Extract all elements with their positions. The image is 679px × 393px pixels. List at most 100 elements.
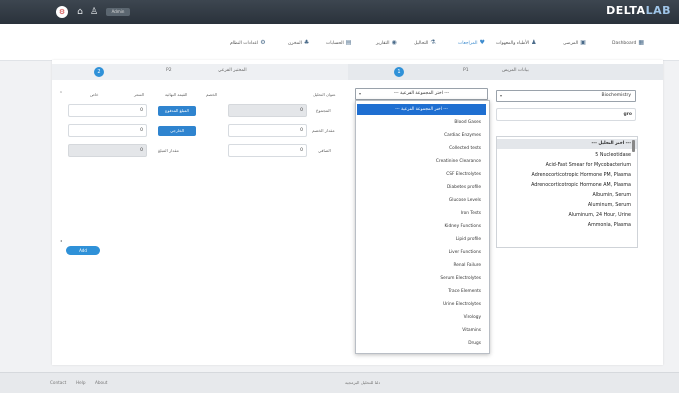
- list-item[interactable]: Acid-Fast Smear for Mycobacterium: [546, 163, 631, 168]
- nav-label: المرضى: [563, 41, 579, 46]
- test-search-input[interactable]: gro: [496, 108, 636, 121]
- list-item[interactable]: Aluminum, 24 Hour, Urine: [568, 213, 631, 218]
- remaining-label: مقدار المبلغ: [158, 148, 179, 153]
- col-title: عنوان التحليل: [313, 92, 336, 97]
- nav-label: الأطباء والمعهوات: [496, 41, 530, 46]
- test-listbox[interactable]: --- اختر التحليل --- 5 Nucleotidase Acid…: [496, 136, 638, 248]
- footer-copyright: دلتا للتحليل البرمجية: [345, 380, 381, 385]
- report-icon: ◉: [391, 39, 397, 46]
- dropdown-option[interactable]: Lipid profile: [456, 237, 481, 242]
- gear-icon: ⚙: [260, 39, 266, 46]
- dropdown-option[interactable]: Kidney Functions: [444, 224, 481, 229]
- list-item[interactable]: Aluminum, Serum: [588, 203, 631, 208]
- dropdown-option[interactable]: Virology: [464, 315, 481, 320]
- price-input-1[interactable]: 0: [68, 104, 147, 117]
- dropdown-option[interactable]: Vitamins: [462, 328, 481, 333]
- logo-accent: LAB: [645, 4, 671, 17]
- dropdown-selected-option[interactable]: --- اختر المجموعة الفرعية ---: [357, 104, 486, 115]
- add-button[interactable]: Add: [66, 246, 100, 255]
- step-patient-data[interactable]: 1 P1 بيانات المريض: [348, 64, 663, 80]
- collapse-caret-icon[interactable]: ⌃: [56, 89, 66, 99]
- dropdown-option[interactable]: Diabetes profile: [447, 185, 481, 190]
- dropdown-option[interactable]: Urine Electrolytes: [443, 302, 481, 307]
- nav-settings[interactable]: ⚙اعدادات النظام: [230, 39, 266, 47]
- nav-dashboard[interactable]: ▦Dashboard: [612, 39, 644, 47]
- dropdown-option[interactable]: Collected tests: [449, 146, 481, 151]
- dropdown-option[interactable]: Iron Tests: [461, 211, 481, 216]
- grid-icon: ▦: [638, 39, 645, 46]
- total-label: المجموع: [316, 108, 331, 113]
- col-final-price: القيمة النهائية: [165, 92, 188, 97]
- nav-label: المخزن: [288, 41, 302, 46]
- step-number: 1: [394, 67, 404, 77]
- nav-label: Dashboard: [612, 41, 637, 46]
- heart-icon: ♥: [479, 39, 485, 46]
- nav-accounts[interactable]: ▤الحسابات: [326, 39, 351, 47]
- step-code: P2: [166, 68, 172, 73]
- logo-main: DELTA: [606, 4, 646, 17]
- footer-contact-link[interactable]: Contact: [50, 380, 66, 385]
- step-label: المختبر الفرعي: [218, 68, 247, 73]
- list-item[interactable]: Ammonia, Plasma: [588, 223, 631, 228]
- user-chip[interactable]: Admin: [106, 8, 130, 16]
- nav-tests[interactable]: ⚗التحاليل: [414, 39, 436, 47]
- department-select[interactable]: Biochemistry ▾: [496, 90, 636, 102]
- nav-store[interactable]: ♣المخزن: [288, 39, 309, 47]
- dropdown-option[interactable]: Serum Electrolytes: [440, 276, 481, 281]
- chevron-down-icon: ▾: [359, 91, 362, 96]
- dropdown-option[interactable]: Cardiac Enzymes: [444, 133, 481, 138]
- dropdown-option[interactable]: Blood Gases: [454, 120, 481, 125]
- remaining-input[interactable]: 0: [68, 144, 147, 157]
- price-input-2[interactable]: 0: [68, 124, 147, 137]
- accounts-icon: ▤: [345, 39, 352, 46]
- listbox-scrollbar[interactable]: [632, 140, 635, 152]
- nav-patients[interactable]: ▣المرضى: [563, 39, 586, 47]
- app-logo: DELTALAB: [606, 4, 671, 17]
- net-input[interactable]: 0: [228, 144, 307, 157]
- list-item[interactable]: Albumin, Serum: [593, 193, 631, 198]
- discount-label: مقدار الخصم: [312, 128, 335, 133]
- group-select[interactable]: --- اختر المجموعة الفرعية --- ▾: [355, 88, 488, 100]
- home-icon[interactable]: ⌂: [75, 7, 85, 17]
- nav-reports[interactable]: ◉التقارير: [376, 39, 397, 47]
- chevron-down-icon: ▾: [500, 93, 503, 98]
- list-item[interactable]: 5 Nucleotidase: [595, 153, 631, 158]
- settings-icon[interactable]: ⚙: [56, 6, 68, 18]
- step-code: P1: [463, 68, 469, 73]
- discount-input[interactable]: 0: [228, 124, 307, 137]
- main-nav: ▦Dashboard ▣المرضى ♟الأطباء والمعهوات ♥ا…: [0, 24, 679, 61]
- doctors-icon: ♟: [531, 39, 537, 46]
- step-sub-lab[interactable]: 2 P2 المختبر الفرعي: [52, 64, 348, 80]
- paid-amount-button[interactable]: المبلغ المدفوع: [158, 106, 196, 116]
- user-icon[interactable]: ♙: [89, 7, 99, 17]
- listbox-header: --- اختر التحليل ---: [591, 141, 632, 146]
- footer-about-link[interactable]: About: [95, 380, 107, 385]
- footer-help-link[interactable]: Help: [76, 380, 86, 385]
- dropdown-option[interactable]: Glucose Levels: [449, 198, 481, 203]
- nav-label: التحاليل: [414, 41, 429, 46]
- group-dropdown[interactable]: --- اختر المجموعة الفرعية --- Blood Gase…: [355, 100, 490, 354]
- total-input[interactable]: 0: [228, 104, 307, 117]
- dropdown-option[interactable]: Drugs: [468, 341, 481, 346]
- list-item[interactable]: Adrenocorticotropic Hormone AM, Plasma: [531, 183, 631, 188]
- nav-label: اعدادات النظام: [230, 41, 259, 46]
- dropdown-option[interactable]: Trace Elements: [448, 289, 481, 294]
- dropdown-option[interactable]: Creatinine Clearance: [436, 159, 481, 164]
- step-number: 2: [94, 67, 104, 77]
- external-button[interactable]: الخارجي: [158, 126, 196, 136]
- department-value: Biochemistry: [601, 93, 631, 98]
- list-item[interactable]: Adrenocorticotropic Hormone PM, Plasma: [532, 173, 632, 178]
- dropdown-option[interactable]: Liver Functions: [449, 250, 481, 255]
- nav-label: الحسابات: [326, 41, 344, 46]
- dropdown-option[interactable]: Renal Failure: [454, 263, 482, 268]
- net-label: الصافي: [318, 148, 331, 153]
- patients-icon: ▣: [580, 39, 586, 46]
- top-bar: ⚙ ⌂ ♙ Admin DELTALAB: [0, 0, 679, 24]
- nav-doctors[interactable]: ♟الأطباء والمعهوات: [496, 39, 537, 47]
- col-price: السعر: [134, 92, 145, 97]
- nav-reviews[interactable]: ♥المراجعات: [458, 39, 485, 47]
- col-discount: الخصم: [206, 92, 218, 97]
- nav-label: المراجعات: [458, 41, 478, 46]
- dropdown-option[interactable]: CSF Electrolytes: [446, 172, 481, 177]
- scroll-left-icon[interactable]: ◂: [56, 236, 66, 246]
